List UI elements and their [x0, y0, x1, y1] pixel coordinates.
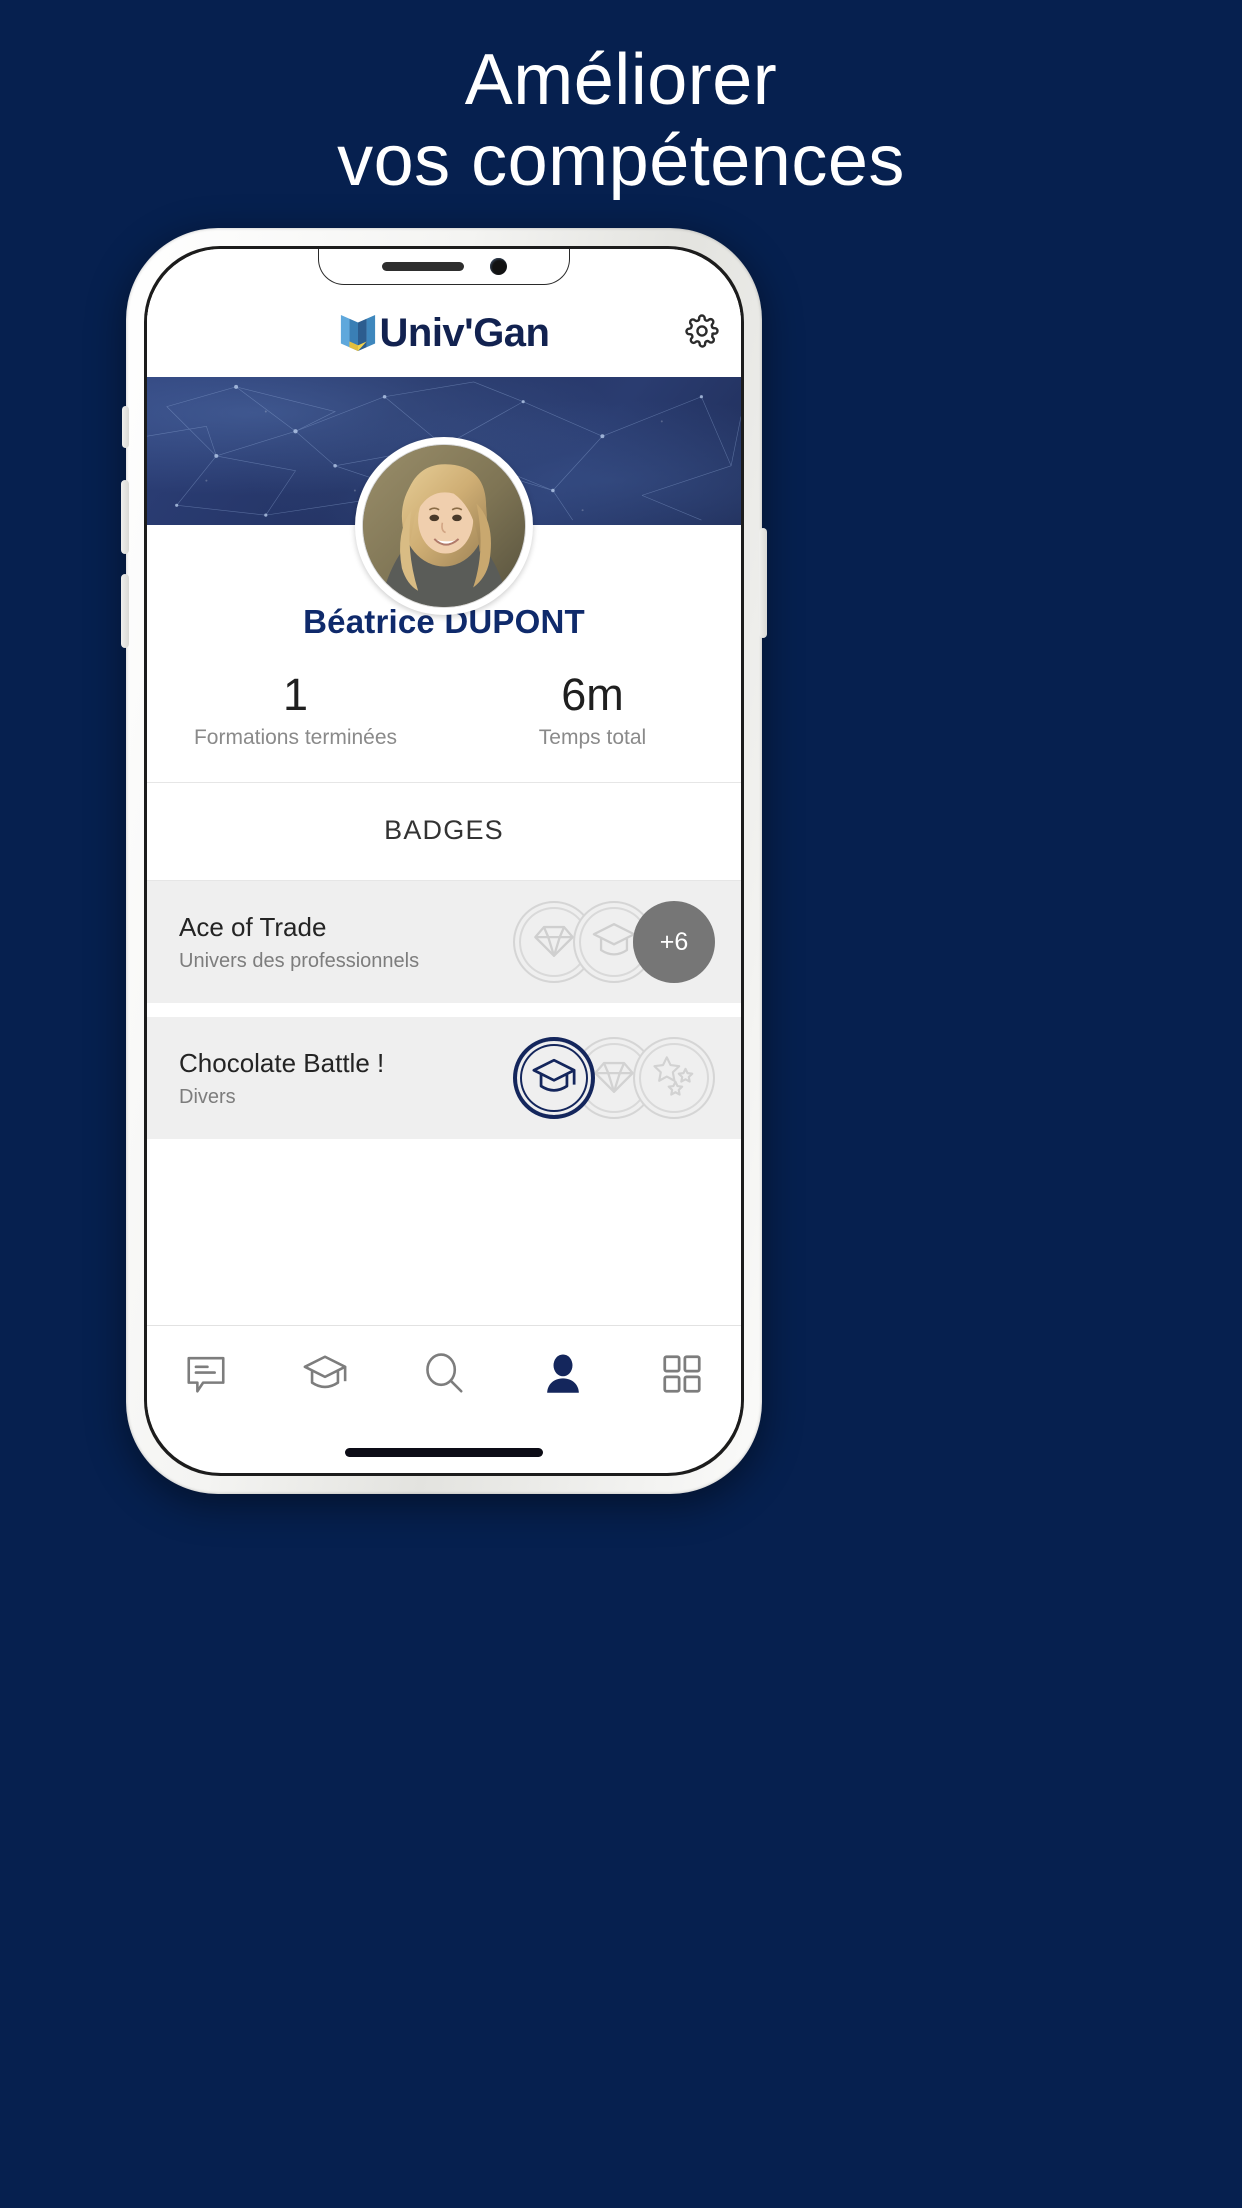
stat-label: Temps total: [538, 726, 647, 750]
front-camera: [489, 258, 507, 275]
stat-formations: 1 Formations terminées: [147, 671, 444, 750]
badge-name: Ace of Trade: [179, 911, 327, 942]
badge-category: Divers: [179, 1085, 236, 1108]
badge-extra-count-label: +6: [659, 927, 689, 956]
promo-headline: Améliorer vos compétences: [0, 40, 1242, 201]
graduation-cap-icon: [531, 1053, 577, 1104]
earpiece-speaker: [381, 262, 464, 271]
open-book-icon: [339, 313, 377, 353]
stat-value: 1: [282, 669, 309, 720]
badges-empty-space: [147, 1139, 741, 1325]
stat-value: 6m: [561, 669, 624, 720]
stars-icon: [651, 1053, 697, 1104]
phone-notch: [318, 249, 570, 285]
nav-item-messages[interactable]: [174, 1349, 238, 1405]
nav-item-trainings[interactable]: [293, 1349, 357, 1405]
badge-text: Ace of Trade Univers des professionnels: [173, 912, 419, 973]
graduation-cap-icon: [302, 1351, 348, 1402]
badge-row-divider: [147, 1003, 741, 1018]
badge-text: Chocolate Battle ! Divers: [173, 1048, 384, 1109]
badge-row[interactable]: Ace of Trade Univers des professionnels: [147, 881, 741, 1004]
badge-coin-stack[interactable]: +6: [513, 901, 715, 984]
silent-switch[interactable]: [122, 406, 129, 448]
avatar[interactable]: [355, 437, 533, 615]
nav-item-profile[interactable]: [531, 1349, 595, 1405]
app-content: Univ'Gan Béatrice DUPONT 1 Formations te…: [147, 249, 741, 1433]
search-icon: [421, 1351, 467, 1402]
profile-stats: 1 Formations terminées 6m Temps total: [147, 641, 741, 784]
graduation-cap-icon: [591, 917, 637, 968]
user-photo-avatar: [362, 444, 526, 608]
badges-section-title: BADGES: [147, 783, 741, 882]
volume-up-button[interactable]: [121, 480, 129, 554]
nav-item-search[interactable]: [412, 1349, 476, 1405]
badge-row[interactable]: Chocolate Battle ! Divers: [147, 1017, 741, 1140]
phone-mockup: Univ'Gan Béatrice DUPONT 1 Formations te…: [121, 228, 767, 1494]
home-indicator[interactable]: [345, 1448, 543, 1457]
phone-screen: Univ'Gan Béatrice DUPONT 1 Formations te…: [147, 249, 741, 1473]
stat-temps-total: 6m Temps total: [444, 671, 741, 750]
volume-down-button[interactable]: [121, 574, 129, 648]
app-header: Univ'Gan: [147, 289, 741, 377]
badge-extra-count[interactable]: +6: [633, 901, 715, 984]
headline-line-2: vos compétences: [337, 120, 905, 201]
diamond-icon: [531, 917, 577, 968]
profile-block: Béatrice DUPONT 1 Formations terminées 6…: [147, 437, 741, 784]
badge-coin-locked[interactable]: [633, 1037, 715, 1120]
person-icon: [540, 1351, 586, 1402]
grid-icon: [659, 1351, 705, 1402]
headline-line-1: Améliorer: [464, 40, 778, 120]
badge-coin-earned[interactable]: [513, 1037, 595, 1120]
diamond-icon: [591, 1053, 637, 1104]
brand-name: Univ'Gan: [379, 311, 550, 355]
badge-category: Univers des professionnels: [179, 949, 420, 972]
app-logo: Univ'Gan: [339, 313, 550, 353]
gear-icon: [685, 313, 719, 353]
badge-coin-stack[interactable]: [513, 1037, 715, 1120]
stat-label: Formations terminées: [193, 726, 398, 750]
phone-bezel: Univ'Gan Béatrice DUPONT 1 Formations te…: [144, 246, 744, 1476]
bottom-navigation: [147, 1325, 741, 1433]
chat-bubble-icon: [183, 1351, 229, 1402]
power-button[interactable]: [759, 528, 767, 638]
settings-button[interactable]: [685, 313, 719, 353]
nav-item-dashboard[interactable]: [650, 1349, 714, 1405]
badge-name: Chocolate Battle !: [179, 1047, 385, 1078]
scroll-area[interactable]: Univ'Gan Béatrice DUPONT 1 Formations te…: [147, 249, 741, 1325]
